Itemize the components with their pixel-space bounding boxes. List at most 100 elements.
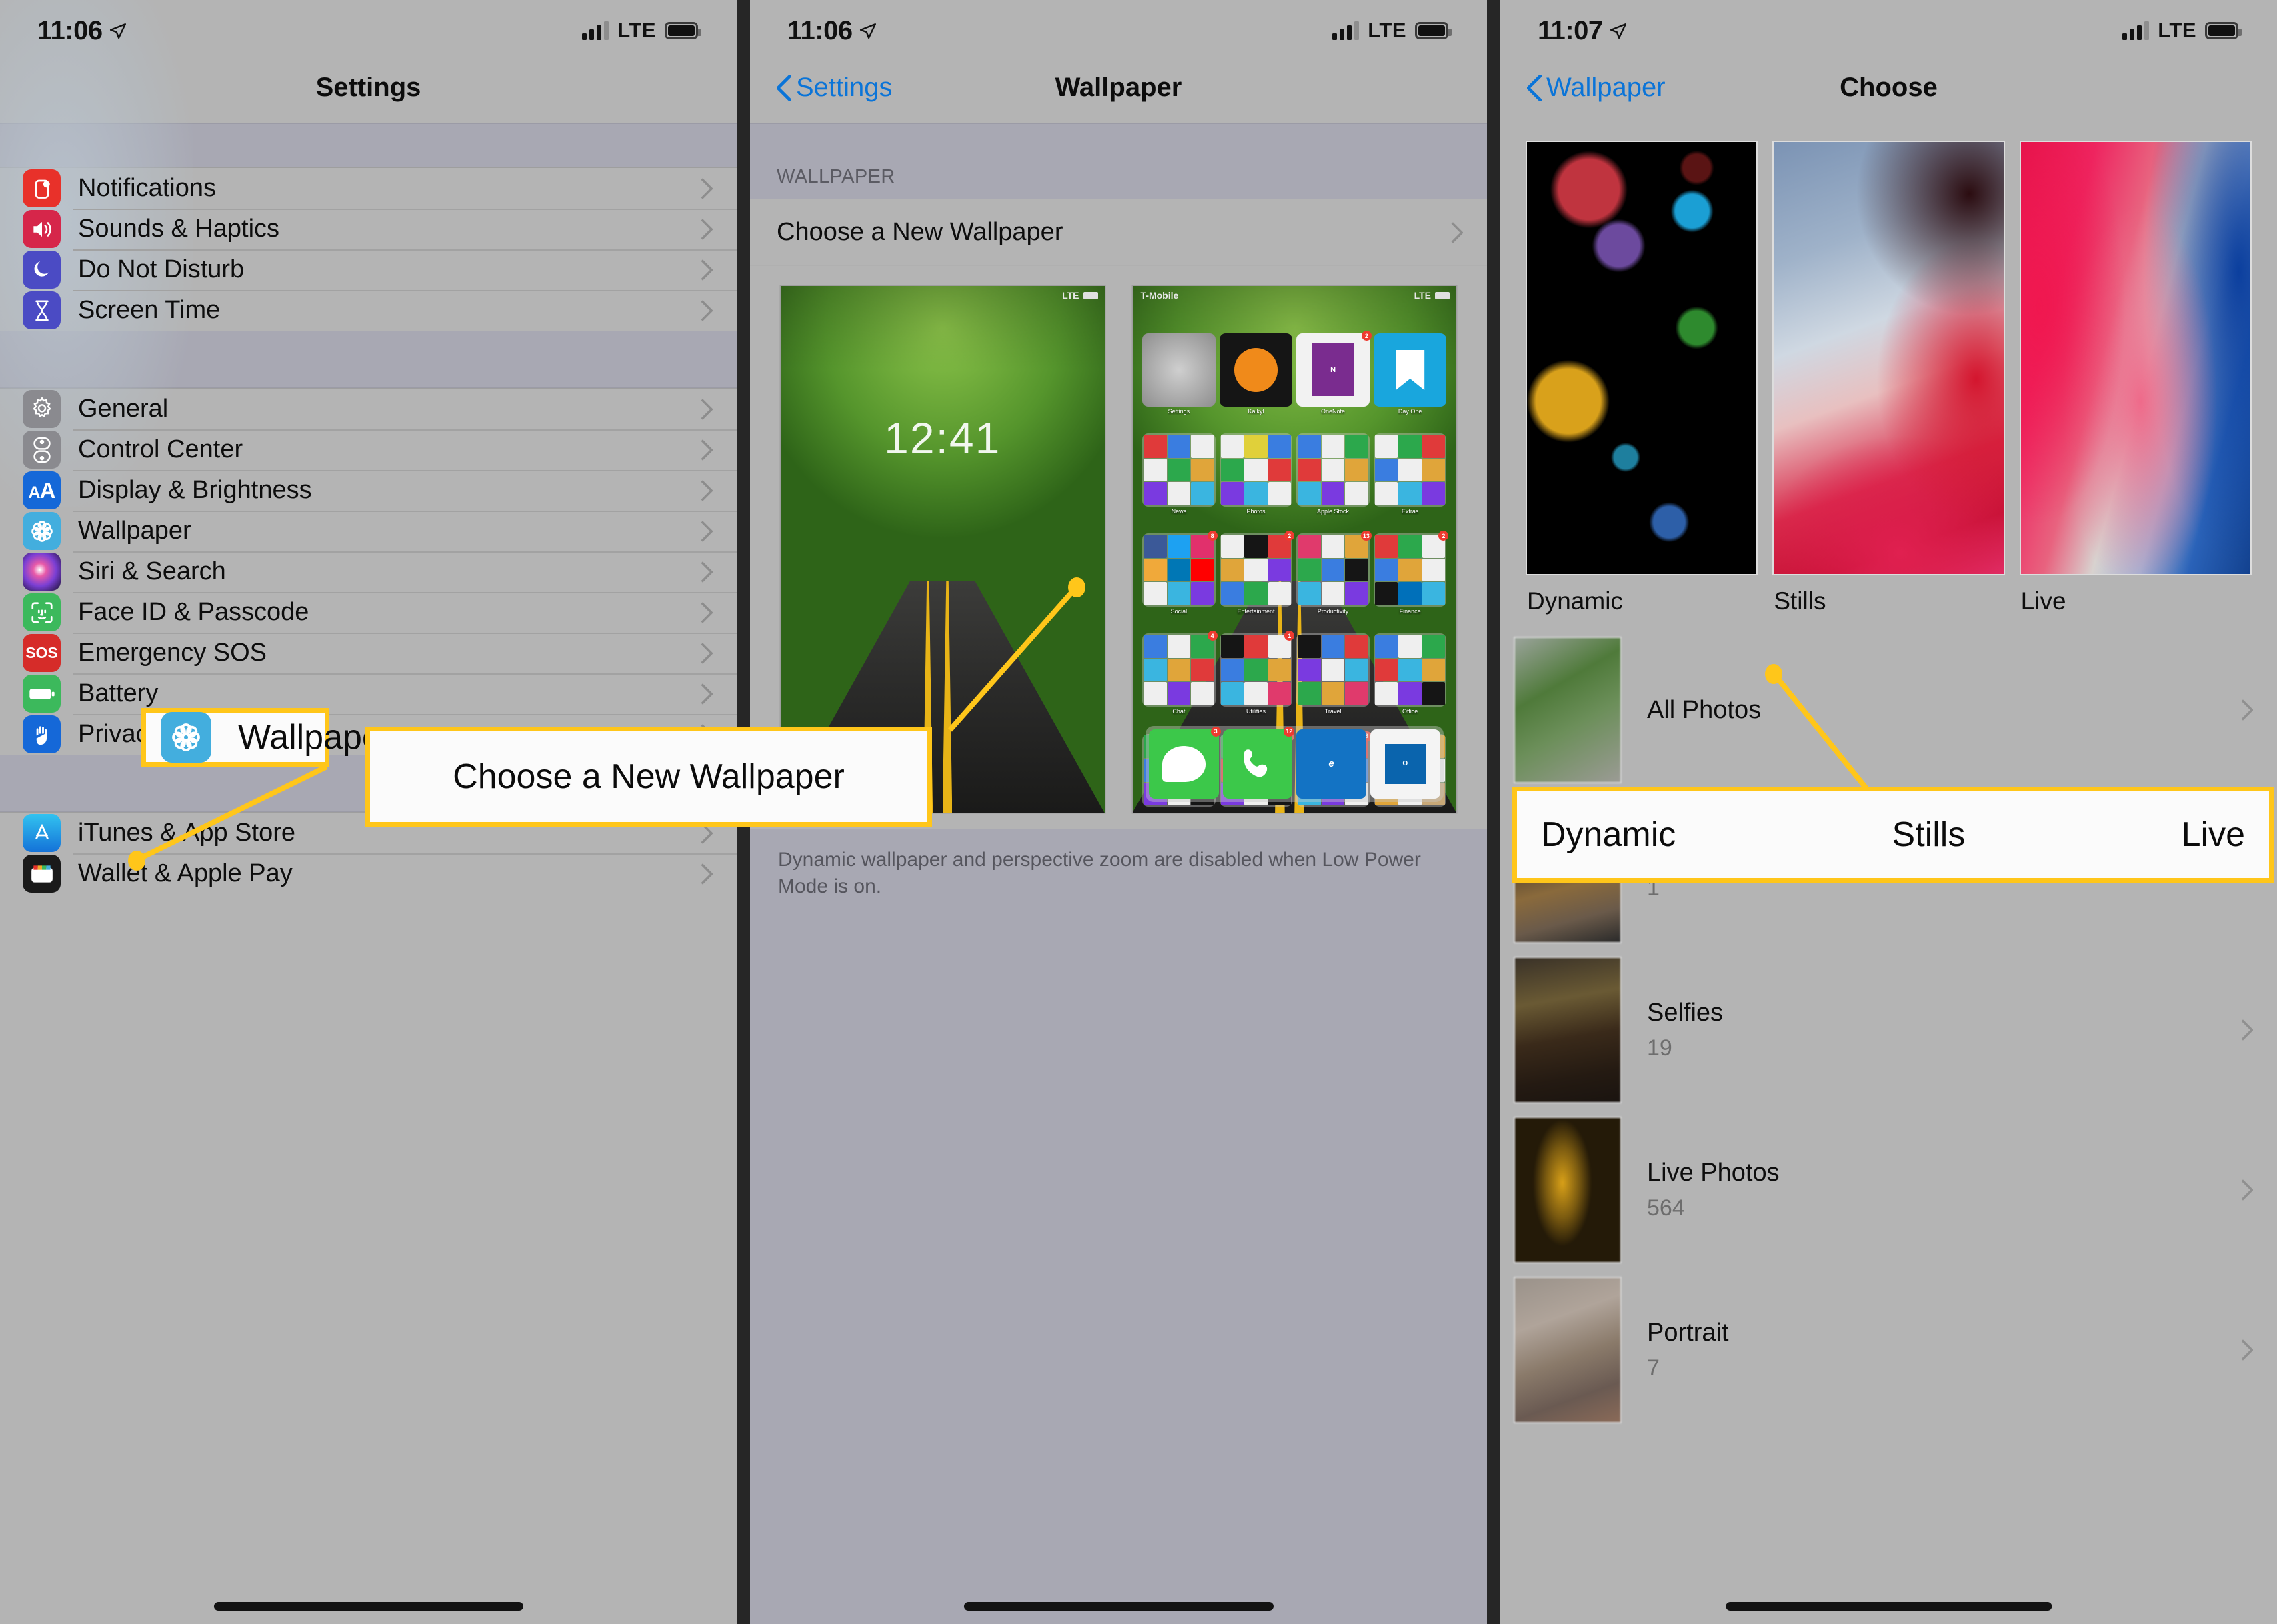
signal-bars-icon	[1332, 21, 1360, 40]
row-label: Control Center	[78, 435, 243, 463]
home-app[interactable]: N 2 OneNote	[1296, 331, 1372, 415]
lock-screen-clock: 12:41	[884, 413, 1001, 463]
network-label: LTE	[2158, 19, 2196, 42]
home-folder[interactable]: 4 Chat	[1142, 631, 1218, 715]
home-app[interactable]: Settings	[1142, 333, 1216, 415]
sidebar-item-face-id-passcode[interactable]: Face ID & Passcode	[0, 592, 737, 633]
sidebar-item-battery[interactable]: Battery	[0, 673, 737, 714]
sidebar-item-do-not-disturb[interactable]: Do Not Disturb	[0, 249, 737, 290]
sidebar-item-wallpaper[interactable]: Wallpaper	[0, 511, 737, 551]
wallpaper-type-stills[interactable]: Stills	[1774, 142, 2004, 615]
chevron-right-icon	[701, 299, 713, 321]
home-folder[interactable]: News	[1142, 433, 1216, 515]
home-folder[interactable]: Travel	[1296, 633, 1370, 715]
dock-app[interactable]: 3	[1148, 726, 1221, 799]
chevron-right-icon	[2241, 1019, 2253, 1041]
home-folder[interactable]: 1 Utilities	[1219, 631, 1295, 715]
chevron-right-icon	[701, 398, 713, 420]
album-thumbnail	[1515, 638, 1620, 782]
status-bar: 11:06 LTE	[750, 0, 1487, 52]
sidebar-item-siri-search[interactable]: Siri & Search	[0, 551, 737, 592]
dynamic-bubbles-thumb	[1527, 142, 1757, 574]
folder-icon	[1373, 433, 1447, 507]
folder-label: Extras	[1401, 507, 1419, 515]
wallpaper-type-dynamic[interactable]: Dynamic	[1527, 142, 1757, 615]
folder-label: Entertainment	[1237, 607, 1275, 615]
home-app[interactable]: Kalkyl	[1219, 333, 1293, 415]
badge-count: 1	[1284, 631, 1295, 641]
list-item[interactable]: Live Photos 564	[1500, 1110, 2277, 1270]
row-label: Emergency SOS	[78, 639, 267, 667]
app-label: OneNote	[1321, 407, 1346, 415]
chevron-right-icon	[701, 601, 713, 623]
app-icon-onenote: N	[1296, 333, 1370, 407]
row-label: Screen Time	[78, 296, 221, 324]
signal-bars-icon	[2122, 21, 2150, 40]
home-folder-row-2: 8 Social 2 Entertainment 13 Productivity 2 F…	[1142, 531, 1449, 615]
notifications-icon	[23, 169, 61, 207]
list-item[interactable]: Selfies 19	[1500, 950, 2277, 1110]
home-screen-preview-wrap[interactable]: T-Mobile LTE Settings Kalkyl N 2 OneNote…	[1132, 286, 1456, 813]
nav-bar: Settings	[0, 52, 737, 123]
home-folder[interactable]: Apple Stock	[1296, 433, 1370, 515]
wallpaper-type-live[interactable]: Live	[2020, 142, 2250, 615]
home-indicator	[1725, 1602, 2052, 1611]
album-list: All Photos Favorites 1 Selfies 19	[1500, 630, 2277, 1430]
sidebar-item-display-brightness[interactable]: AA Display & Brightness	[0, 470, 737, 511]
sidebar-item-emergency-sos[interactable]: SOS Emergency SOS	[0, 633, 737, 673]
row-label: iTunes & App Store	[78, 819, 296, 847]
network-label: LTE	[1368, 19, 1406, 42]
chevron-left-icon	[777, 74, 791, 101]
home-app[interactable]: Day One	[1373, 333, 1447, 415]
album-thumbnail	[1515, 958, 1620, 1102]
home-folder[interactable]: 2 Entertainment	[1219, 531, 1295, 615]
chevron-left-icon	[1527, 74, 1542, 101]
list-item[interactable]: All Photos	[1500, 630, 2277, 790]
chevron-right-icon	[1451, 221, 1463, 243]
callout-anchor-dot-choose-new-wallpaper	[1068, 577, 1085, 597]
home-folder[interactable]: 13 Productivity	[1296, 531, 1372, 615]
badge-count: 3	[1210, 726, 1221, 737]
home-folder[interactable]: 2 Finance	[1373, 531, 1449, 615]
home-folder[interactable]: Extras	[1373, 433, 1447, 515]
sidebar-item-screen-time[interactable]: Screen Time	[0, 290, 737, 331]
section-gap	[0, 123, 737, 167]
chevron-right-icon	[701, 439, 713, 461]
folder-label: Productivity	[1317, 607, 1349, 615]
nav-bar: Settings Wallpaper	[750, 52, 1487, 123]
back-to-wallpaper-button[interactable]: Wallpaper	[1527, 73, 1666, 103]
sidebar-item-wallet-apple-pay[interactable]: Wallet & Apple Pay	[0, 853, 737, 894]
home-folder[interactable]: Photos	[1219, 433, 1293, 515]
sidebar-item-sounds-haptics[interactable]: Sounds & Haptics	[0, 209, 737, 249]
location-arrow-icon	[1610, 23, 1626, 39]
dock-app[interactable]: e	[1296, 729, 1366, 799]
settings-group-1: Notifications Sounds & Haptics Do Not Di…	[0, 167, 737, 331]
status-time-group: 11:06	[37, 16, 127, 46]
folder-icon	[1373, 533, 1447, 607]
row-label: Do Not Disturb	[78, 255, 245, 283]
signal-bars-icon	[582, 21, 609, 40]
album-name: Selfies	[1647, 999, 1724, 1027]
choose-new-wallpaper-row[interactable]: Choose a New Wallpaper	[750, 199, 1487, 265]
list-item[interactable]: Portrait 7	[1500, 1270, 2277, 1430]
preview-network: LTE	[1414, 290, 1431, 301]
home-folder[interactable]: Office	[1373, 633, 1447, 715]
dock-app[interactable]: O	[1370, 729, 1440, 799]
album-name: Live Photos	[1647, 1159, 1780, 1187]
row-label: Sounds & Haptics	[78, 215, 280, 243]
folder-icon	[1142, 633, 1216, 707]
sidebar-item-general[interactable]: General	[0, 389, 737, 429]
home-screen-preview[interactable]: T-Mobile LTE Settings Kalkyl N 2 OneNote…	[1132, 286, 1456, 813]
back-to-settings-button[interactable]: Settings	[777, 73, 893, 103]
network-label: LTE	[617, 19, 656, 42]
dock-app[interactable]: 12	[1222, 726, 1295, 799]
chevron-right-icon	[701, 642, 713, 664]
chevron-right-icon	[701, 259, 713, 281]
home-folder[interactable]: 8 Social	[1142, 531, 1218, 615]
badge-count: 4	[1207, 631, 1218, 641]
folder-label: Office	[1402, 707, 1418, 715]
sidebar-item-control-center[interactable]: Control Center	[0, 429, 737, 470]
display-brightness-icon: AA	[23, 471, 61, 509]
sidebar-item-notifications[interactable]: Notifications	[0, 168, 737, 209]
badge-count: 13	[1360, 531, 1372, 541]
